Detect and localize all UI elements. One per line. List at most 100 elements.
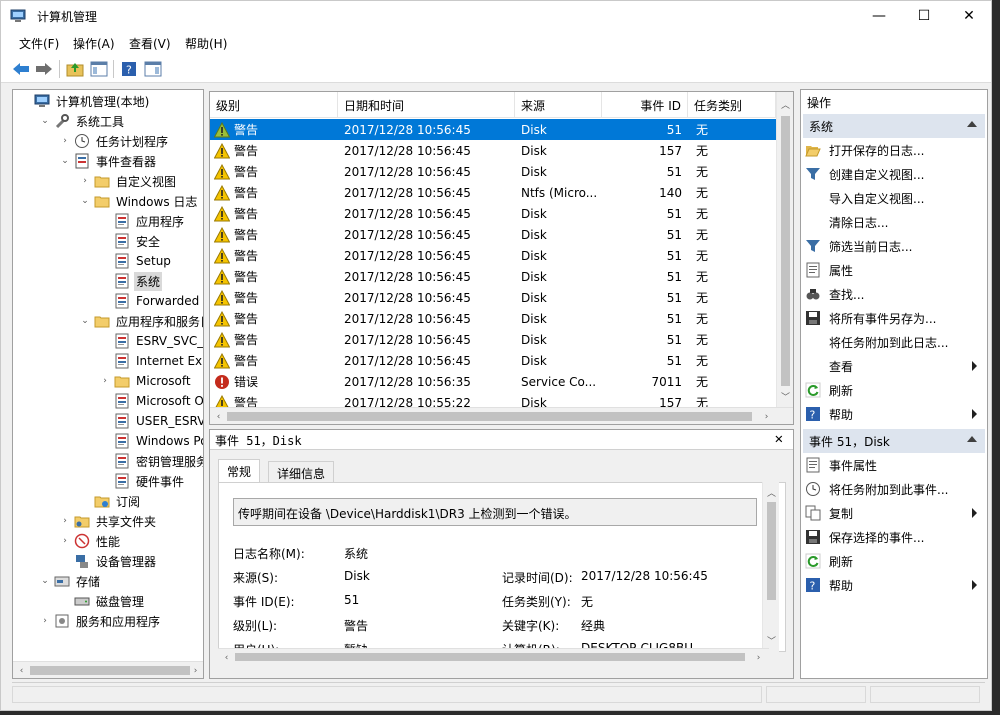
event-row[interactable]: 警告 2017/12/28 10:56:45 Disk 51 无 <box>210 119 776 140</box>
event-row[interactable]: 警告 2017/12/28 10:56:45 Disk 51 无 <box>210 224 776 245</box>
event-row[interactable]: 警告 2017/12/28 10:56:45 Disk 51 无 <box>210 161 776 182</box>
tree-item[interactable]: Microsoft Offic <box>13 391 203 411</box>
tree-item[interactable]: Internet Explor <box>13 351 203 371</box>
action-item[interactable]: 刷新 <box>805 379 983 401</box>
tab-details[interactable]: 详细信息 <box>268 461 335 483</box>
show-hide-tree-button[interactable] <box>89 59 109 79</box>
event-list-scroll-thumb[interactable] <box>781 116 790 386</box>
maximize-button[interactable]: ☐ <box>901 1 947 31</box>
action-item[interactable]: ? 帮助 <box>805 403 983 425</box>
collapsed-chevron-icon[interactable]: › <box>39 615 51 627</box>
expanded-chevron-icon[interactable]: ⌄ <box>39 575 51 587</box>
tree-item[interactable]: 安全 <box>13 231 203 251</box>
event-id-value[interactable]: 51 <box>344 593 359 607</box>
action-item[interactable]: 打开保存的日志... <box>805 139 983 161</box>
tree-item[interactable]: ⌄ 应用程序和服务日志 <box>13 311 203 331</box>
action-item[interactable]: 查看 <box>805 355 983 377</box>
tree-item[interactable]: 硬件事件 <box>13 471 203 491</box>
detail-horizontal-scrollbar[interactable]: ‹ › <box>218 648 769 664</box>
column-level[interactable]: 级别 <box>210 92 338 118</box>
action-pane-toggle-button[interactable] <box>143 59 163 79</box>
tree-scroll-thumb[interactable] <box>30 666 190 675</box>
detail-hscroll-thumb[interactable] <box>235 653 745 661</box>
tree-item[interactable]: 磁盘管理 <box>13 591 203 611</box>
source-value[interactable]: Disk <box>344 569 370 583</box>
task-category-value[interactable]: 无 <box>581 593 593 610</box>
event-row[interactable]: 警告 2017/12/28 10:56:45 Ntfs (Micro... 140 无 <box>210 182 776 203</box>
tree-item[interactable]: 应用程序 <box>13 211 203 231</box>
scroll-left-icon[interactable]: ‹ <box>218 649 235 666</box>
event-row[interactable]: 警告 2017/12/28 10:56:45 Disk 51 无 <box>210 203 776 224</box>
action-item[interactable]: 保存选择的事件... <box>805 526 983 548</box>
expanded-chevron-icon[interactable]: ⌄ <box>79 315 91 327</box>
action-item[interactable]: 清除日志... <box>805 211 983 233</box>
collapsed-chevron-icon[interactable]: › <box>59 135 71 147</box>
expanded-chevron-icon[interactable]: ⌄ <box>39 115 51 127</box>
level-value[interactable]: 警告 <box>344 617 368 634</box>
column-task-category[interactable]: 任务类别 <box>688 92 776 118</box>
expanded-chevron-icon[interactable]: ⌄ <box>79 195 91 207</box>
action-item[interactable]: 将任务附加到此事件... <box>805 478 983 500</box>
tree-item[interactable]: 密钥管理服务 <box>13 451 203 471</box>
detail-scroll-thumb[interactable] <box>767 502 776 600</box>
menu-file[interactable]: 文件(F) <box>19 35 59 52</box>
help-toolbar-button[interactable]: ? <box>119 59 139 79</box>
tab-general[interactable]: 常规 <box>218 459 261 483</box>
close-button[interactable]: ✕ <box>946 1 992 31</box>
action-item[interactable]: 查找... <box>805 283 983 305</box>
event-row[interactable]: 警告 2017/12/28 10:56:45 Disk 157 无 <box>210 140 776 161</box>
tree-item[interactable]: ⌄ 系统工具 <box>13 111 203 131</box>
event-row[interactable]: 警告 2017/12/28 10:56:45 Disk 51 无 <box>210 308 776 329</box>
menu-action[interactable]: 操作(A) <box>73 35 115 52</box>
tree-item[interactable]: › 服务和应用程序 <box>13 611 203 631</box>
column-event-id[interactable]: 事件 ID <box>602 92 688 118</box>
tree-item[interactable]: › Microsoft <box>13 371 203 391</box>
action-item[interactable]: 属性 <box>805 259 983 281</box>
tree-item[interactable]: Windows Powe <box>13 431 203 451</box>
tree-item[interactable]: ⌄ 事件查看器 <box>13 151 203 171</box>
action-item[interactable]: ? 帮助 <box>805 574 983 596</box>
tree-item[interactable]: 设备管理器 <box>13 551 203 571</box>
scroll-left-icon[interactable]: ‹ <box>210 408 227 424</box>
action-item[interactable]: 将所有事件另存为... <box>805 307 983 329</box>
tree-item[interactable]: 订阅 <box>13 491 203 511</box>
back-button[interactable] <box>11 59 31 79</box>
action-item[interactable]: 事件属性 <box>805 454 983 476</box>
event-row[interactable]: 警告 2017/12/28 10:56:45 Disk 51 无 <box>210 245 776 266</box>
tree-item[interactable]: › 自定义视图 <box>13 171 203 191</box>
tree-item[interactable]: ⌄ 存储 <box>13 571 203 591</box>
actions-section-event[interactable]: 事件 51，Disk <box>803 429 985 453</box>
tree-item[interactable]: 系统 <box>13 271 203 291</box>
event-row[interactable]: 警告 2017/12/28 10:56:45 Disk 51 无 <box>210 350 776 371</box>
menu-view[interactable]: 查看(V) <box>129 35 171 52</box>
event-row[interactable]: 警告 2017/12/28 10:56:45 Disk 51 无 <box>210 287 776 308</box>
minimize-button[interactable]: — <box>856 1 902 31</box>
log-name-value[interactable]: 系统 <box>344 545 368 562</box>
event-description[interactable]: 传呼期间在设备 \Device\Harddisk1\DR3 上检测到一个错误。 <box>233 498 757 526</box>
actions-section-system[interactable]: 系统 <box>803 114 985 138</box>
tree-item[interactable]: ESRV_SVC_QUE <box>13 331 203 351</box>
event-row[interactable]: 错误 2017/12/28 10:56:35 Service Co... 7011 无 <box>210 371 776 392</box>
column-source[interactable]: 来源 <box>515 92 602 118</box>
logged-value[interactable]: 2017/12/28 10:56:45 <box>581 569 708 583</box>
scroll-left-icon[interactable]: ‹ <box>13 662 30 678</box>
scroll-up-icon[interactable]: ︿ <box>763 484 780 501</box>
tree-item[interactable]: › 共享文件夹 <box>13 511 203 531</box>
event-row[interactable]: 警告 2017/12/28 10:56:45 Disk 51 无 <box>210 329 776 350</box>
scroll-right-icon[interactable]: › <box>187 662 203 678</box>
event-list-horizontal-scrollbar[interactable]: ‹ › <box>210 407 793 424</box>
event-list-vertical-scrollbar[interactable]: ︿ ﹀ <box>776 92 793 409</box>
collapsed-chevron-icon[interactable]: › <box>59 535 71 547</box>
close-icon[interactable]: ✕ <box>775 431 783 447</box>
tree-item[interactable]: Forwarded Eve <box>13 291 203 311</box>
collapsed-chevron-icon[interactable]: › <box>59 515 71 527</box>
scroll-right-icon[interactable]: › <box>758 408 775 424</box>
tree-item[interactable]: › 任务计划程序 <box>13 131 203 151</box>
action-item[interactable]: 筛选当前日志... <box>805 235 983 257</box>
scroll-up-icon[interactable]: ︿ <box>777 96 793 113</box>
action-item[interactable]: 刷新 <box>805 550 983 572</box>
action-item[interactable]: 导入自定义视图... <box>805 187 983 209</box>
action-item[interactable]: 复制 <box>805 502 983 524</box>
menu-help[interactable]: 帮助(H) <box>185 35 227 52</box>
action-item[interactable]: 将任务附加到此日志... <box>805 331 983 353</box>
